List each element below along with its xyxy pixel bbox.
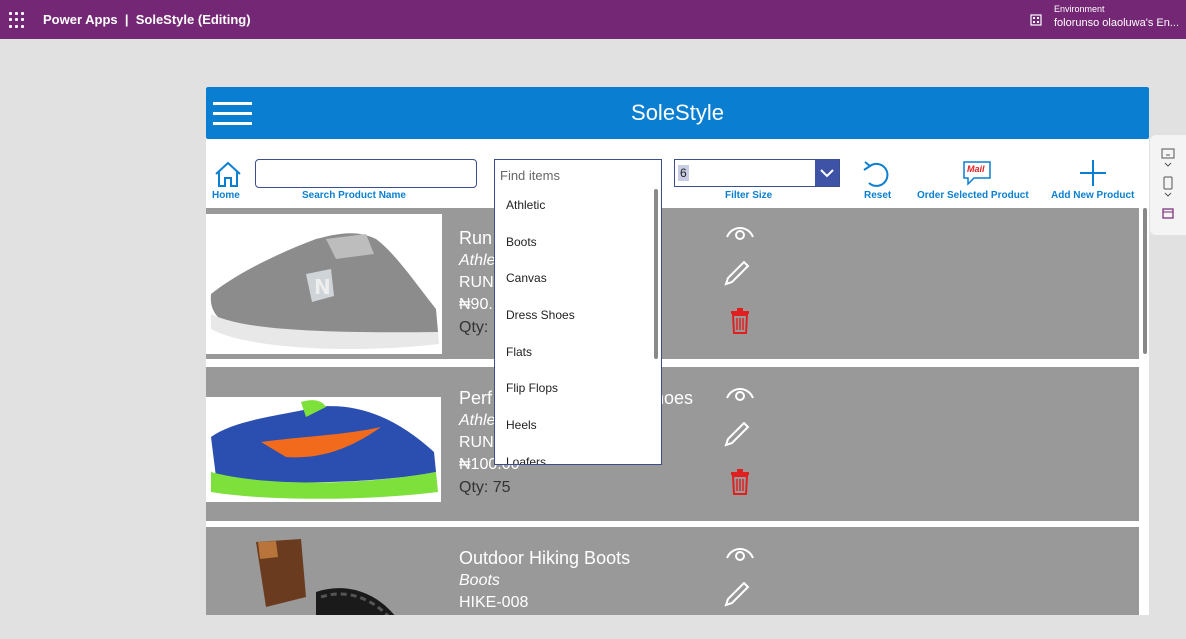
- chevron-down-icon[interactable]: [1164, 192, 1172, 198]
- product-sku: RUN: [459, 274, 494, 291]
- app-launcher-icon[interactable]: [9, 12, 25, 28]
- home-label[interactable]: Home: [212, 190, 240, 201]
- dropdown-option[interactable]: Dress Shoes: [495, 296, 661, 333]
- environment-name[interactable]: folorunso olaoluwa's En...: [1054, 17, 1179, 29]
- product-name: Run: [459, 228, 493, 248]
- dropdown-option[interactable]: Flip Flops: [495, 369, 661, 406]
- mail-badge-text: Mail: [967, 164, 985, 174]
- dropdown-option[interactable]: Athletic: [495, 186, 661, 223]
- product-qty: Qty:: [459, 319, 489, 336]
- add-new-product-label[interactable]: Add New Product: [1051, 190, 1134, 201]
- edit-pencil-icon[interactable]: [722, 579, 752, 609]
- hiking-boot-image: [256, 539, 395, 615]
- product-image: [246, 537, 401, 615]
- view-eye-icon[interactable]: [725, 543, 755, 565]
- chevron-down-icon: [820, 169, 834, 178]
- filter-size-label: Filter Size: [725, 190, 773, 201]
- reset-label[interactable]: Reset: [864, 190, 891, 201]
- dropdown-scrollbar[interactable]: [654, 189, 658, 359]
- dropdown-option[interactable]: Flats: [495, 333, 661, 370]
- performance-shoe-image: [206, 397, 441, 502]
- product-category: Athle: [459, 252, 496, 269]
- product-row[interactable]: N Run Athle RUN ₦90. Qty:: [206, 208, 1139, 359]
- edit-pencil-icon[interactable]: [722, 258, 752, 288]
- product-category: Boots: [459, 572, 500, 589]
- product-image: [206, 397, 441, 502]
- svg-text:N: N: [314, 275, 331, 299]
- chevron-down-icon[interactable]: [1164, 162, 1172, 168]
- filter-size-chevron[interactable]: [815, 160, 839, 186]
- product-sku: HIKE-008: [459, 594, 529, 611]
- search-product-label: Search Product Name: [302, 190, 406, 201]
- phone-icon[interactable]: [1163, 176, 1173, 190]
- order-selected-label[interactable]: Order Selected Product: [917, 190, 1029, 201]
- dropdown-option[interactable]: Boots: [495, 223, 661, 260]
- product-price: ₦90.: [459, 296, 493, 313]
- add-icon[interactable]: [1079, 159, 1107, 187]
- product-image: N: [206, 214, 442, 354]
- studio-topbar: Power Apps | SoleStyle (Editing) Environ…: [0, 0, 1186, 39]
- product-row[interactable]: Outdoor Hiking Boots Boots HIKE-008: [206, 527, 1139, 615]
- app-canvas: SoleStyle Home Search Product Name Find …: [206, 87, 1149, 615]
- tablet-icon[interactable]: [1161, 148, 1175, 160]
- calendar-icon[interactable]: [1162, 207, 1174, 219]
- device-preview-panel: [1150, 135, 1186, 235]
- environment-label: Environment: [1054, 4, 1105, 14]
- dropdown-option[interactable]: Canvas: [495, 259, 661, 296]
- search-product-input[interactable]: [255, 159, 477, 188]
- filter-size-value: 6: [678, 165, 689, 181]
- app-header: SoleStyle: [206, 87, 1149, 139]
- dropdown-option[interactable]: Loafers: [495, 443, 661, 464]
- view-eye-icon[interactable]: [725, 222, 755, 244]
- gallery-scrollbar[interactable]: [1143, 208, 1147, 354]
- category-dropdown-list: Athletic Boots Canvas Dress Shoes Flats …: [494, 186, 662, 465]
- filter-size-dropdown[interactable]: 6: [674, 159, 840, 187]
- app-header-title: SoleStyle: [631, 100, 724, 125]
- product-name-left: Perf: [459, 388, 493, 408]
- product-name: Outdoor Hiking Boots: [459, 548, 631, 568]
- home-icon[interactable]: [213, 160, 243, 188]
- dropdown-option[interactable]: Heels: [495, 406, 661, 443]
- category-combobox[interactable]: Find items: [494, 159, 662, 188]
- product-row[interactable]: Perf hoes Athle RUN ₦100.00 Qty: 75: [206, 367, 1139, 521]
- product-qty: Qty: 75: [459, 479, 511, 496]
- delete-trash-icon[interactable]: [730, 308, 750, 334]
- reset-icon[interactable]: [862, 158, 892, 190]
- running-shoe-image: N: [206, 214, 442, 354]
- view-eye-icon[interactable]: [725, 383, 755, 405]
- environment-icon[interactable]: [1029, 13, 1043, 27]
- studio-app-title: Power Apps | SoleStyle (Editing): [43, 12, 251, 27]
- delete-trash-icon[interactable]: [730, 469, 750, 495]
- edit-pencil-icon[interactable]: [722, 419, 752, 449]
